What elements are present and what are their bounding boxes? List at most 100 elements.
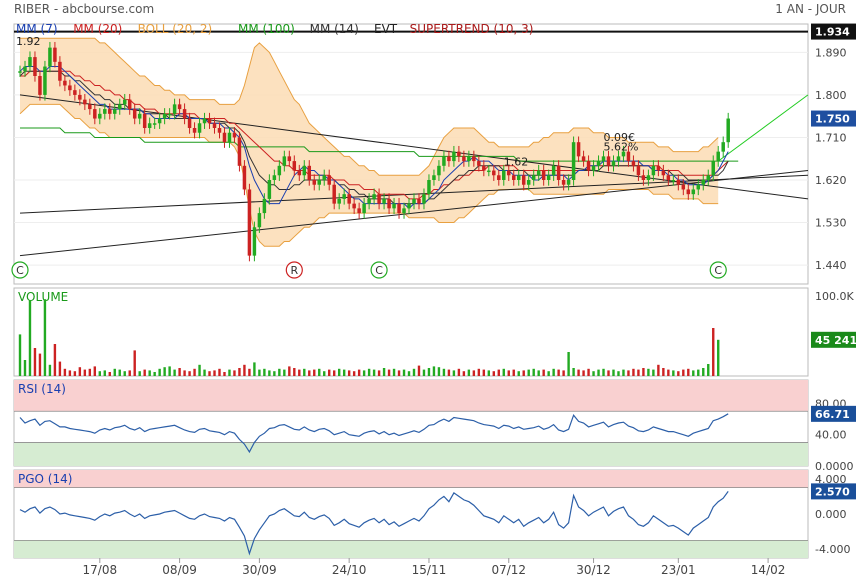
volume-bar — [298, 369, 301, 376]
candle-body — [502, 170, 506, 180]
candle-body — [546, 175, 551, 180]
rsi-axis-tick: 40.00 — [815, 429, 847, 442]
volume-bar — [337, 368, 341, 376]
volume-bar — [662, 368, 665, 376]
candle-body — [127, 99, 132, 110]
volume-bar — [113, 368, 116, 376]
volume-bar — [48, 364, 52, 376]
event-marker-label: C — [16, 264, 24, 277]
candle-body — [177, 104, 182, 110]
candle-body — [596, 161, 601, 166]
volume-bar — [342, 369, 346, 376]
candle-body — [477, 161, 481, 166]
candle-body — [561, 180, 566, 185]
candle-body — [492, 170, 496, 176]
volume-bar — [567, 352, 570, 376]
candle-body — [58, 61, 62, 81]
volume-bar — [557, 369, 560, 376]
candle-body — [462, 156, 466, 162]
volume-bar — [313, 369, 316, 376]
volume-bar — [712, 328, 715, 376]
candle-body — [681, 184, 686, 190]
price-annotation: 5.62% — [604, 141, 639, 154]
candle-body — [292, 161, 297, 171]
pgo-title: PGO (14) — [18, 472, 72, 486]
candle-body — [701, 180, 706, 185]
candle-body — [516, 175, 521, 180]
candle-body — [407, 203, 411, 209]
volume-bar — [617, 371, 620, 376]
volume-bar — [707, 364, 710, 376]
candle-body — [267, 180, 272, 199]
candle-body — [122, 99, 127, 105]
candle-body — [691, 189, 696, 195]
volume-bar — [412, 368, 416, 376]
candle-body — [726, 118, 730, 143]
candle-body — [217, 128, 222, 133]
candle-body — [467, 156, 471, 162]
volume-bar — [432, 366, 436, 376]
volume-bar — [467, 369, 471, 376]
volume-bar — [392, 368, 396, 376]
candle-body — [202, 118, 207, 124]
candle-body — [706, 175, 710, 180]
volume-bar — [387, 369, 391, 376]
volume-bar — [677, 371, 680, 376]
volume-bar — [622, 369, 625, 376]
candle-body — [192, 128, 197, 133]
rsi-last-badge: 66.71 — [815, 408, 850, 421]
volume-bar — [632, 368, 635, 376]
volume-bar — [397, 370, 401, 376]
legend-item: BOLL (20, 2) — [138, 22, 213, 36]
candle-body — [287, 156, 292, 162]
volume-bar — [63, 368, 67, 376]
candle-body — [611, 161, 616, 166]
candle-body — [347, 194, 351, 204]
candle-body — [636, 165, 641, 176]
candle-body — [342, 194, 346, 199]
candle-body — [23, 66, 27, 72]
candle-body — [387, 198, 391, 209]
volume-bar — [303, 368, 306, 376]
candle-body — [531, 175, 536, 180]
pgo-axis-tick: -4.000 — [815, 543, 850, 556]
candle-body — [367, 198, 371, 204]
candle-body — [616, 156, 621, 162]
volume-bar — [93, 366, 97, 376]
volume-bar — [687, 368, 690, 376]
volume-bar — [268, 370, 271, 376]
volume-bar — [642, 368, 645, 376]
candle-body — [83, 99, 87, 105]
volume-title: VOLUME — [18, 290, 68, 304]
legend-item: MM (14) — [310, 22, 359, 36]
volume-bar — [612, 369, 615, 376]
volume-bar — [627, 370, 630, 376]
x-axis-label: 08/09 — [162, 563, 197, 577]
volume-bar — [83, 369, 87, 376]
x-axis-label: 30/12 — [576, 563, 611, 577]
volume-bar — [288, 366, 291, 376]
candle-body — [661, 170, 666, 176]
candle-body — [172, 104, 177, 114]
volume-bar — [657, 364, 660, 376]
candle-body — [601, 156, 606, 162]
volume-bar — [472, 370, 476, 376]
price-axis-tick: 1.800 — [815, 89, 847, 102]
candle-body — [28, 57, 32, 67]
candle-body — [187, 118, 192, 128]
candle-body — [606, 156, 611, 166]
volume-bar — [148, 370, 151, 376]
volume-bar — [233, 370, 236, 376]
candle-body — [118, 104, 122, 110]
rsi-axis-tick: 0.0000 — [815, 460, 854, 473]
volume-bar — [407, 371, 411, 376]
candle-body — [586, 161, 591, 171]
rsi-title: RSI (14) — [18, 382, 66, 396]
candle-body — [457, 151, 461, 157]
candle-body — [18, 71, 22, 73]
volume-bar — [103, 370, 106, 376]
candle-body — [43, 66, 47, 95]
candle-body — [33, 57, 37, 76]
candle-body — [507, 170, 511, 176]
candle-body — [327, 175, 331, 185]
